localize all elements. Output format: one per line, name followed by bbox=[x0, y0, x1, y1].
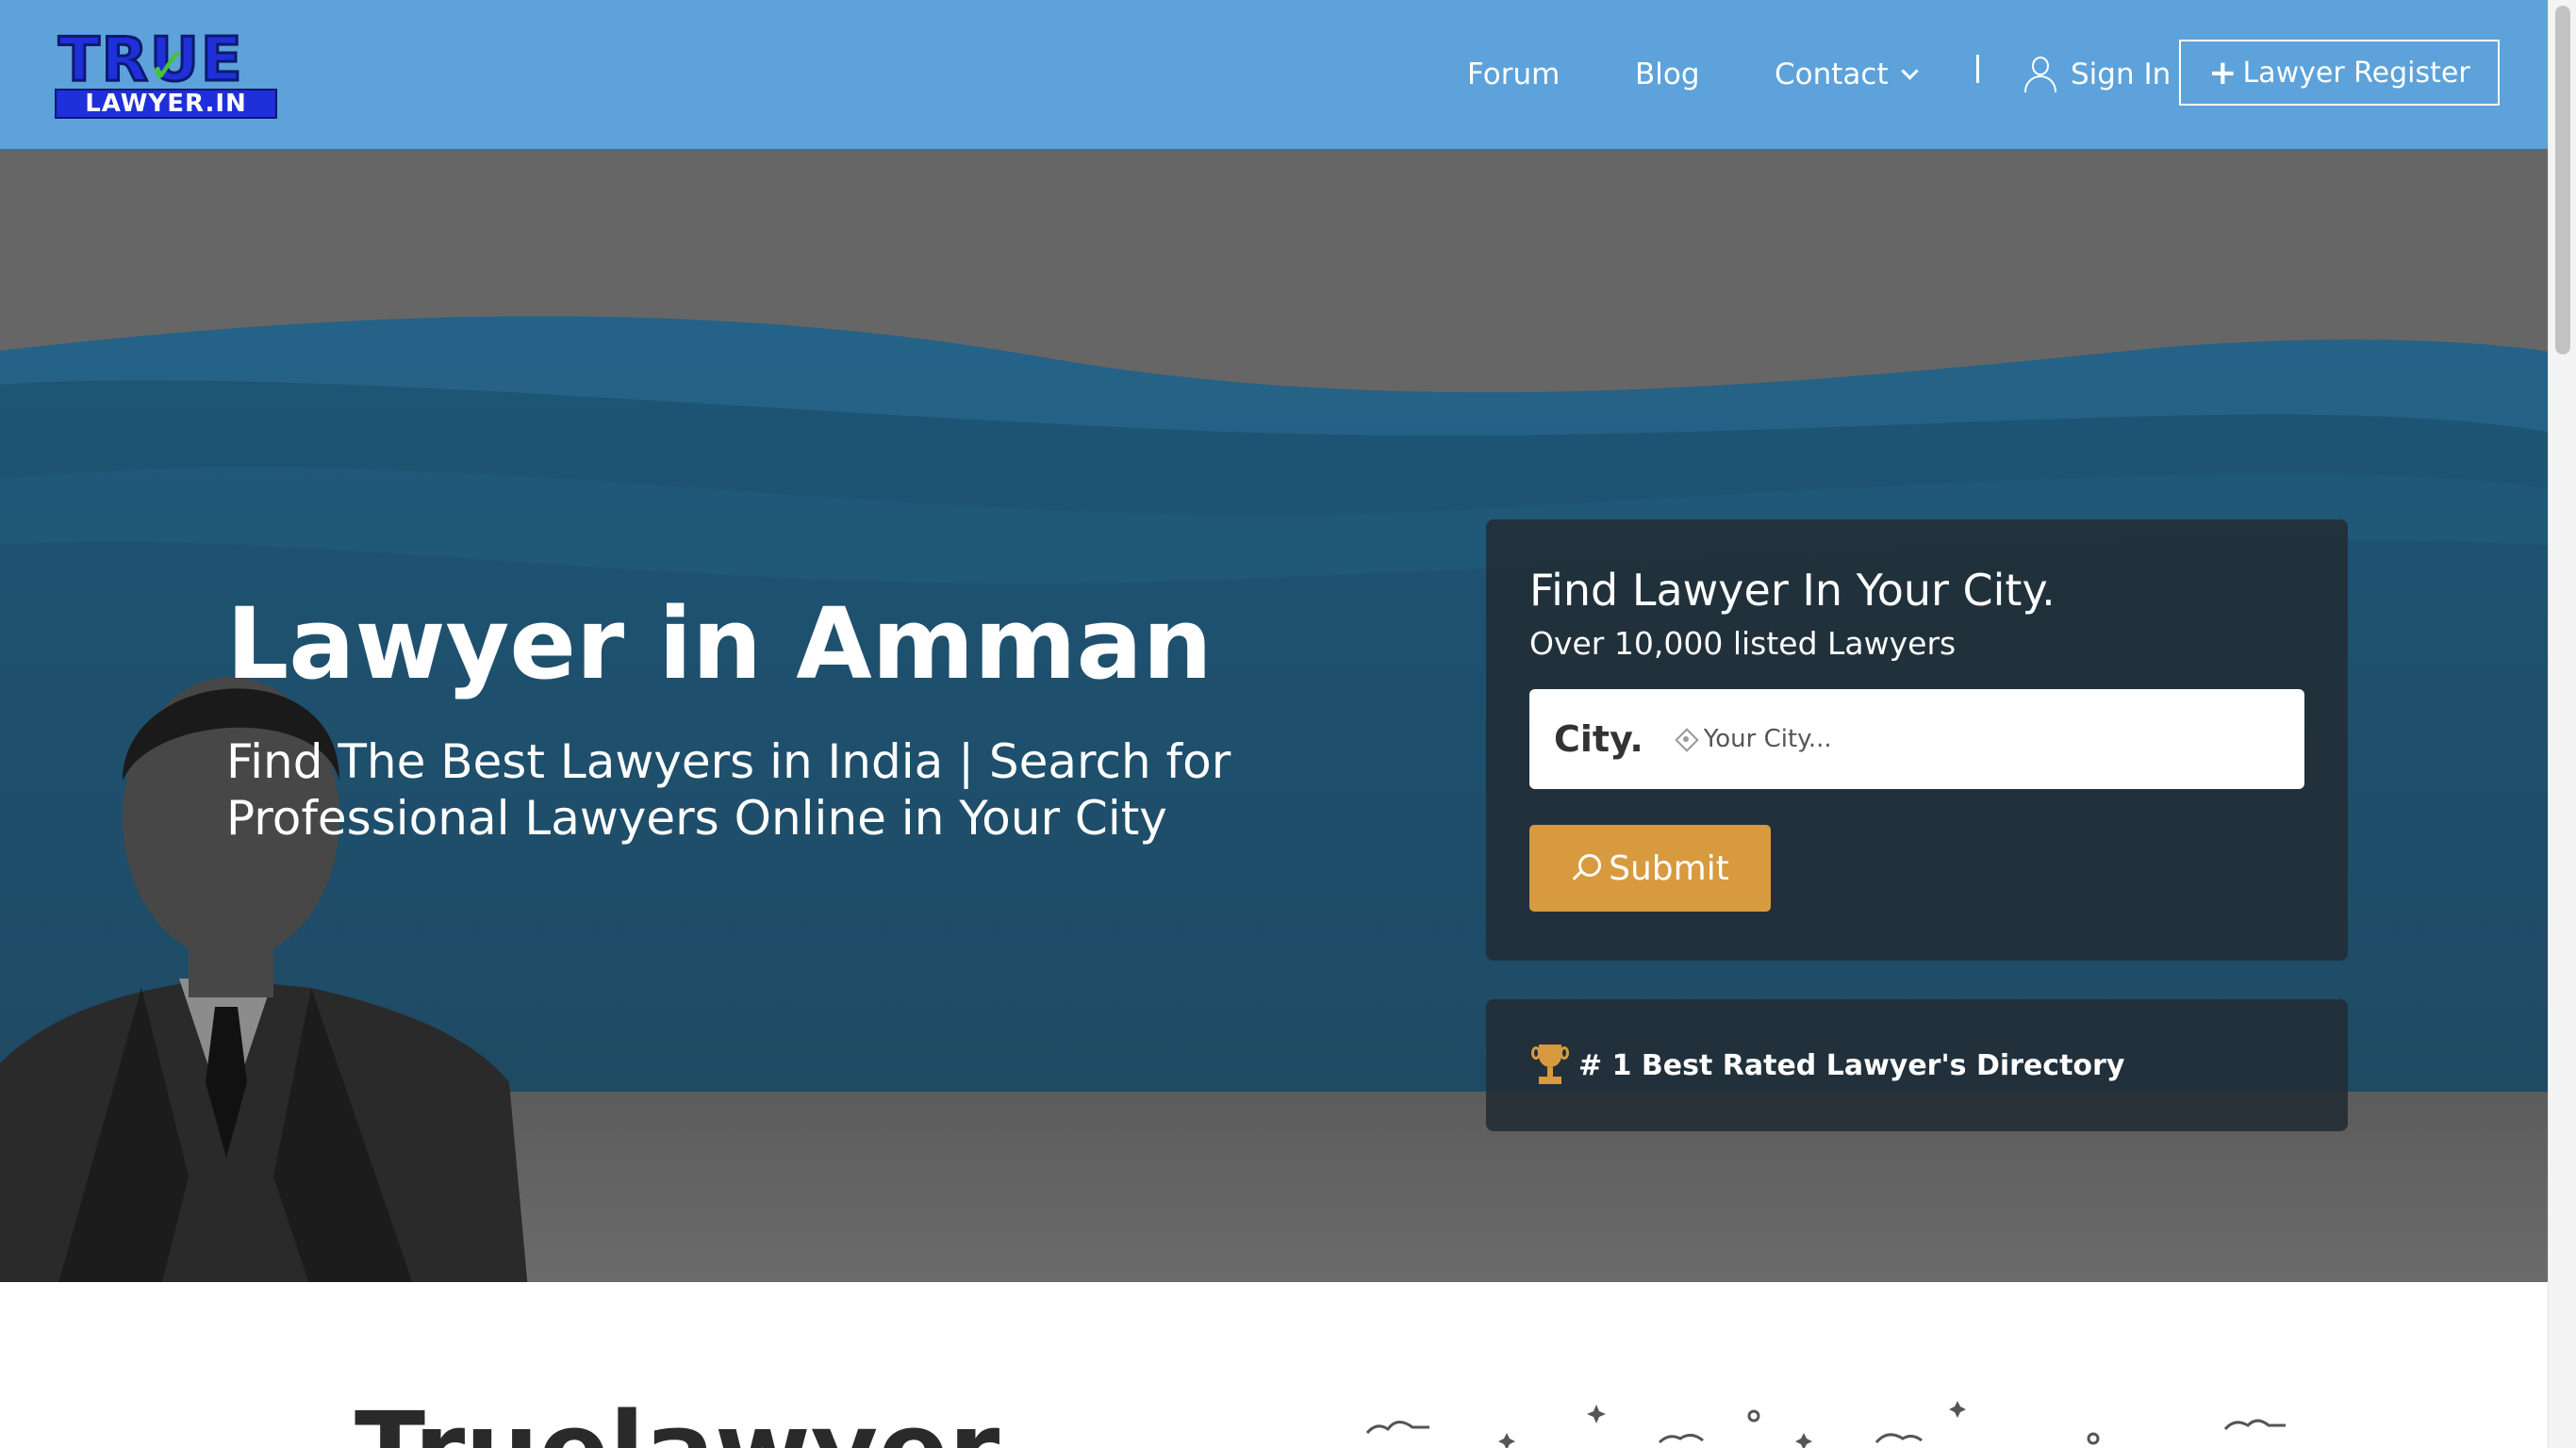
plus-icon: + bbox=[2208, 53, 2237, 92]
lawyer-register-label: Lawyer Register bbox=[2242, 56, 2470, 90]
site-logo[interactable]: TRUE ✓ LAWYER.IN bbox=[55, 27, 277, 119]
nav-forum[interactable]: Forum bbox=[1467, 0, 1560, 149]
page-scrollbar[interactable] bbox=[2548, 0, 2576, 1448]
nav-separator bbox=[1976, 55, 1979, 83]
chevron-down-icon bbox=[1900, 61, 1919, 80]
nav-forum-label: Forum bbox=[1467, 58, 1560, 91]
hero-section: Lawyer in Amman Find The Best Lawyers in… bbox=[0, 149, 2548, 1282]
check-icon: ✓ bbox=[147, 36, 190, 95]
nav-contact-label: Contact bbox=[1775, 58, 1889, 91]
search-heading: Find Lawyer In Your City. bbox=[1529, 565, 2056, 616]
hero-title: Lawyer in Amman bbox=[226, 586, 1213, 701]
city-search-panel: Find Lawyer In Your City. Over 10,000 li… bbox=[1486, 519, 2348, 961]
submit-button[interactable]: Submit bbox=[1529, 825, 1771, 912]
lawyer-register-button[interactable]: + Lawyer Register bbox=[2179, 40, 2500, 106]
scrollbar-thumb[interactable] bbox=[2555, 6, 2570, 354]
sign-in-label: Sign In bbox=[2071, 58, 2171, 91]
decorative-doodles bbox=[1365, 1401, 2286, 1448]
site-header: TRUE ✓ LAWYER.IN Forum Blog Contact Sign… bbox=[0, 0, 2548, 149]
section-heading: Truelawyer bbox=[355, 1393, 999, 1448]
city-label: City. bbox=[1554, 718, 1643, 760]
listed-lawyers-count: Over 10,000 listed Lawyers bbox=[1529, 625, 1957, 662]
user-icon bbox=[2023, 57, 2057, 92]
sign-in-link[interactable]: Sign In bbox=[2023, 0, 2171, 149]
hero-subtitle: Find The Best Lawyers in India | Search … bbox=[226, 734, 1231, 846]
city-input[interactable] bbox=[1703, 725, 2270, 753]
city-field[interactable]: City. bbox=[1529, 689, 2304, 789]
nav-blog-label: Blog bbox=[1635, 58, 1700, 91]
submit-label: Submit bbox=[1609, 848, 1729, 888]
logo-domain: LAWYER.IN bbox=[55, 89, 277, 119]
crosshair-icon bbox=[1676, 729, 1696, 749]
trophy-icon bbox=[1531, 1045, 1569, 1086]
nav-contact-dropdown[interactable]: Contact bbox=[1775, 0, 1919, 149]
rating-badge-panel: # 1 Best Rated Lawyer's Directory bbox=[1486, 999, 2348, 1131]
rating-badge-text: # 1 Best Rated Lawyer's Directory bbox=[1578, 1048, 2125, 1082]
search-icon bbox=[1571, 854, 1602, 882]
nav-blog[interactable]: Blog bbox=[1635, 0, 1700, 149]
